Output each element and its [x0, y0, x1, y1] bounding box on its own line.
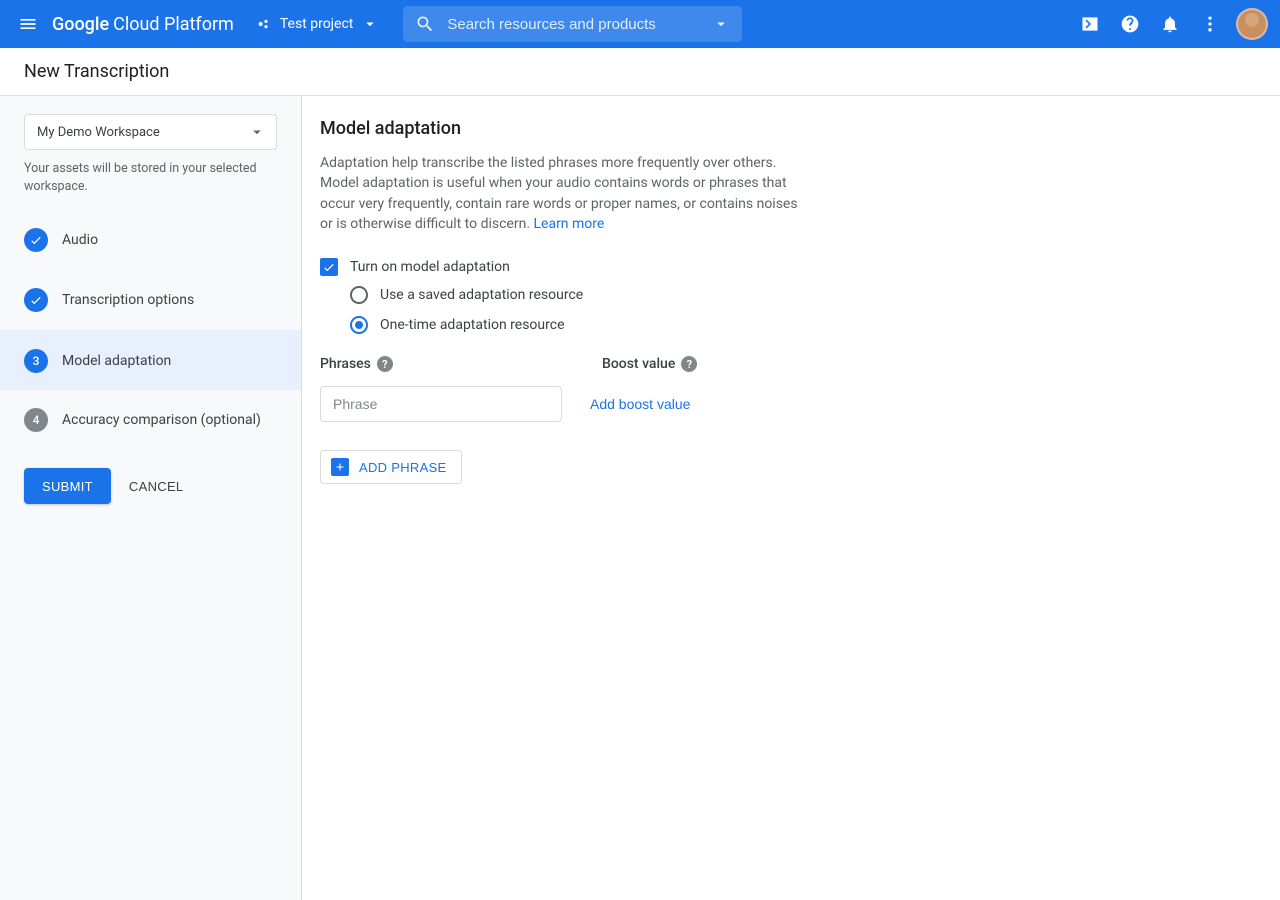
cloud-shell-icon[interactable]	[1070, 4, 1110, 44]
cancel-button[interactable]: Cancel	[129, 479, 184, 494]
submit-button[interactable]: Submit	[24, 468, 111, 504]
radio-onetime-resource[interactable]: One-time adaptation resource	[350, 316, 1256, 334]
search-input[interactable]	[435, 16, 705, 33]
phrases-header: Phrases ?	[320, 356, 562, 372]
menu-icon[interactable]	[8, 4, 48, 44]
radio-label: Use a saved adaptation resource	[380, 287, 583, 303]
workspace-select[interactable]: My Demo Workspace	[24, 114, 277, 150]
step-number-badge: 3	[24, 349, 48, 373]
main-content: Model adaptation Adaptation help transcr…	[302, 96, 1280, 900]
chevron-down-icon	[248, 123, 266, 141]
radio-icon	[350, 286, 368, 304]
step-label: Audio	[62, 232, 98, 248]
step-label: Model adaptation	[62, 353, 171, 369]
step-transcription-options[interactable]: Transcription options	[0, 270, 301, 330]
add-phrase-button[interactable]: ADD PHRASE	[320, 450, 462, 484]
turn-on-adaptation-checkbox[interactable]	[320, 258, 338, 276]
phrase-input[interactable]	[320, 386, 562, 422]
search-icon	[415, 14, 435, 34]
learn-more-link[interactable]: Learn more	[533, 216, 604, 232]
chevron-down-icon	[361, 15, 379, 33]
more-icon[interactable]	[1190, 4, 1230, 44]
check-icon	[24, 288, 48, 312]
step-label: Accuracy comparison (optional)	[62, 412, 261, 428]
add-boost-value-link[interactable]: Add boost value	[590, 396, 690, 412]
step-audio[interactable]: Audio	[0, 210, 301, 270]
user-avatar[interactable]	[1236, 8, 1268, 40]
project-picker[interactable]: Test project	[252, 15, 384, 33]
app-bar: GoogleCloud Platform Test project	[0, 0, 1280, 48]
workspace-hint: Your assets will be stored in your selec…	[24, 160, 277, 196]
workspace-select-value: My Demo Workspace	[37, 125, 160, 140]
check-icon	[24, 228, 48, 252]
section-description: Adaptation help transcribe the listed ph…	[320, 153, 810, 234]
help-icon[interactable]	[1110, 4, 1150, 44]
checkbox-label: Turn on model adaptation	[350, 259, 510, 275]
notifications-icon[interactable]	[1150, 4, 1190, 44]
search-bar[interactable]	[403, 6, 741, 42]
radio-saved-resource[interactable]: Use a saved adaptation resource	[350, 286, 1256, 304]
plus-icon	[331, 458, 349, 476]
page-title: New Transcription	[24, 61, 169, 82]
page-title-bar: New Transcription	[0, 48, 1280, 96]
search-dropdown-icon[interactable]	[706, 9, 736, 39]
help-tooltip-icon[interactable]: ?	[681, 356, 697, 372]
step-number-badge: 4	[24, 408, 48, 432]
step-label: Transcription options	[62, 292, 194, 308]
step-model-adaptation[interactable]: 3 Model adaptation	[0, 330, 301, 390]
project-name: Test project	[280, 16, 354, 32]
step-accuracy-comparison[interactable]: 4 Accuracy comparison (optional)	[0, 390, 301, 450]
section-title: Model adaptation	[320, 118, 1256, 139]
help-tooltip-icon[interactable]: ?	[377, 356, 393, 372]
boost-value-header: Boost value ?	[602, 356, 697, 372]
radio-label: One-time adaptation resource	[380, 317, 565, 333]
gcp-logo[interactable]: GoogleCloud Platform	[52, 14, 234, 35]
sidebar: My Demo Workspace Your assets will be st…	[0, 96, 302, 900]
radio-icon	[350, 316, 368, 334]
